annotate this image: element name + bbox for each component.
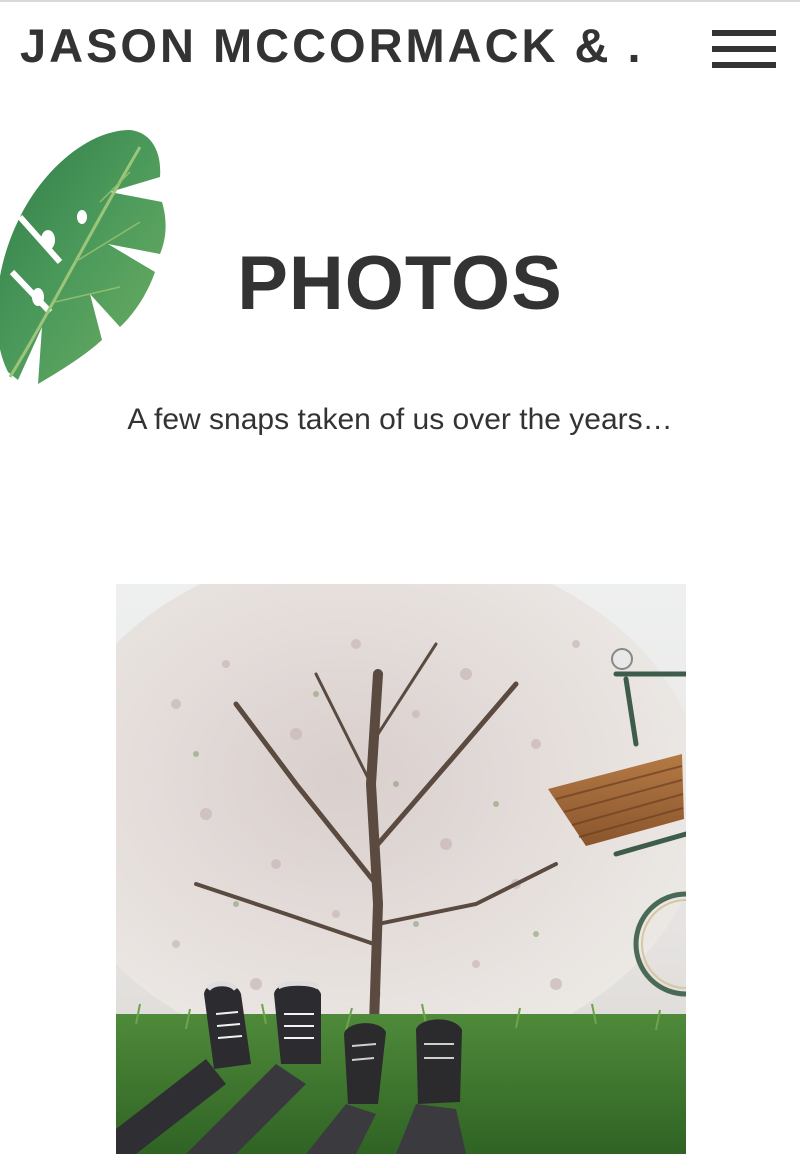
gallery-photo[interactable]: [116, 584, 686, 1154]
page-subtitle: A few snaps taken of us over the years…: [127, 403, 673, 436]
menu-bar: [712, 30, 776, 36]
page-title: PHOTOS: [237, 241, 563, 326]
page: JASON MCCORMACK & ... PHOTOS A few snaps…: [0, 0, 800, 1168]
menu-bar: [712, 62, 776, 68]
menu-bar: [712, 46, 776, 52]
site-header: JASON MCCORMACK & ...: [0, 2, 800, 92]
site-title[interactable]: JASON MCCORMACK & ...: [20, 18, 640, 74]
hamburger-menu-icon[interactable]: [708, 28, 780, 74]
